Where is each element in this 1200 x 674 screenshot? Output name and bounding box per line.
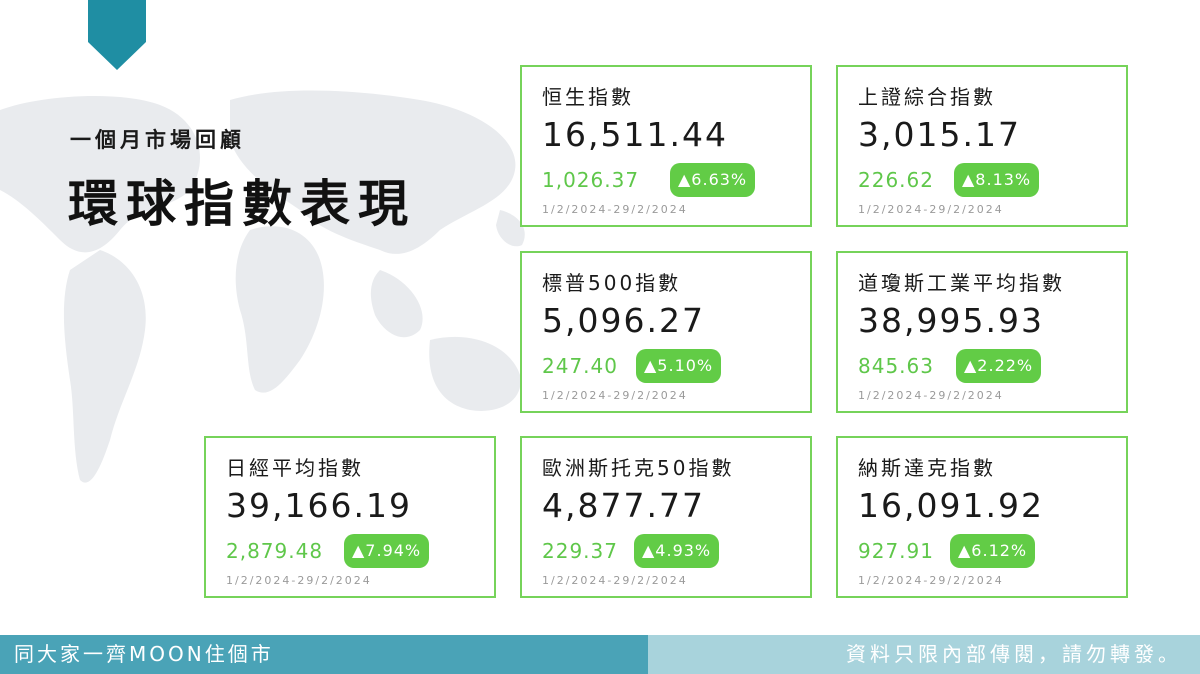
date-range: 1/2/2024-29/2/2024 [542, 574, 688, 587]
footer-slogan: 同大家一齊MOON住個市 [0, 635, 648, 674]
index-value: 3,015.17 [858, 115, 1021, 154]
index-value: 5,096.27 [542, 301, 705, 340]
index-change: 927.91 [858, 539, 934, 563]
change-percent-badge: ▲8.13% [954, 163, 1040, 197]
change-percent-badge: ▲2.22% [956, 349, 1042, 383]
change-percent-badge: ▲7.94% [344, 534, 430, 568]
index-name: 日經平均指數 [226, 456, 364, 480]
index-change: 2,879.48 [226, 539, 324, 563]
date-range: 1/2/2024-29/2/2024 [858, 203, 1004, 216]
date-range: 1/2/2024-29/2/2024 [542, 203, 688, 216]
page-subtitle: 一個月市場回顧 [70, 128, 245, 152]
index-card-stoxx50: 歐洲斯托克50指數 4,877.77 229.37 ▲4.93% 1/2/202… [520, 436, 812, 598]
index-card-dji: 道瓊斯工業平均指數 38,995.93 845.63 ▲2.22% 1/2/20… [836, 251, 1128, 413]
index-name: 歐洲斯托克50指數 [542, 456, 735, 480]
index-name: 恒生指數 [542, 85, 634, 109]
page-title: 環球指數表現 [68, 175, 416, 233]
date-range: 1/2/2024-29/2/2024 [226, 574, 372, 587]
index-value: 4,877.77 [542, 486, 705, 525]
index-change: 226.62 [858, 168, 934, 192]
index-change: 845.63 [858, 354, 934, 378]
date-range: 1/2/2024-29/2/2024 [858, 574, 1004, 587]
index-card-sp500: 標普500指數 5,096.27 247.40 ▲5.10% 1/2/2024-… [520, 251, 812, 413]
date-range: 1/2/2024-29/2/2024 [858, 389, 1004, 402]
date-range: 1/2/2024-29/2/2024 [542, 389, 688, 402]
index-name: 標普500指數 [542, 271, 682, 295]
index-change: 229.37 [542, 539, 618, 563]
footer-disclaimer: 資料只限內部傳閱，請勿轉發。 [648, 635, 1200, 674]
bookmark-ribbon [88, 0, 146, 70]
index-value: 16,091.92 [858, 486, 1044, 525]
index-change: 247.40 [542, 354, 618, 378]
index-card-nasdaq: 納斯達克指數 16,091.92 927.91 ▲6.12% 1/2/2024-… [836, 436, 1128, 598]
index-value: 38,995.93 [858, 301, 1044, 340]
change-percent-badge: ▲5.10% [636, 349, 722, 383]
index-name: 道瓊斯工業平均指數 [858, 271, 1065, 295]
index-value: 16,511.44 [542, 115, 728, 154]
index-value: 39,166.19 [226, 486, 412, 525]
change-percent-badge: ▲6.63% [670, 163, 756, 197]
index-name: 上證綜合指數 [858, 85, 996, 109]
change-percent-badge: ▲4.93% [634, 534, 720, 568]
index-card-sse: 上證綜合指數 3,015.17 226.62 ▲8.13% 1/2/2024-2… [836, 65, 1128, 227]
change-percent-badge: ▲6.12% [950, 534, 1036, 568]
index-card-nikkei: 日經平均指數 39,166.19 2,879.48 ▲7.94% 1/2/202… [204, 436, 496, 598]
index-card-hsi: 恒生指數 16,511.44 1,026.37 ▲6.63% 1/2/2024-… [520, 65, 812, 227]
index-change: 1,026.37 [542, 168, 640, 192]
index-name: 納斯達克指數 [858, 456, 996, 480]
